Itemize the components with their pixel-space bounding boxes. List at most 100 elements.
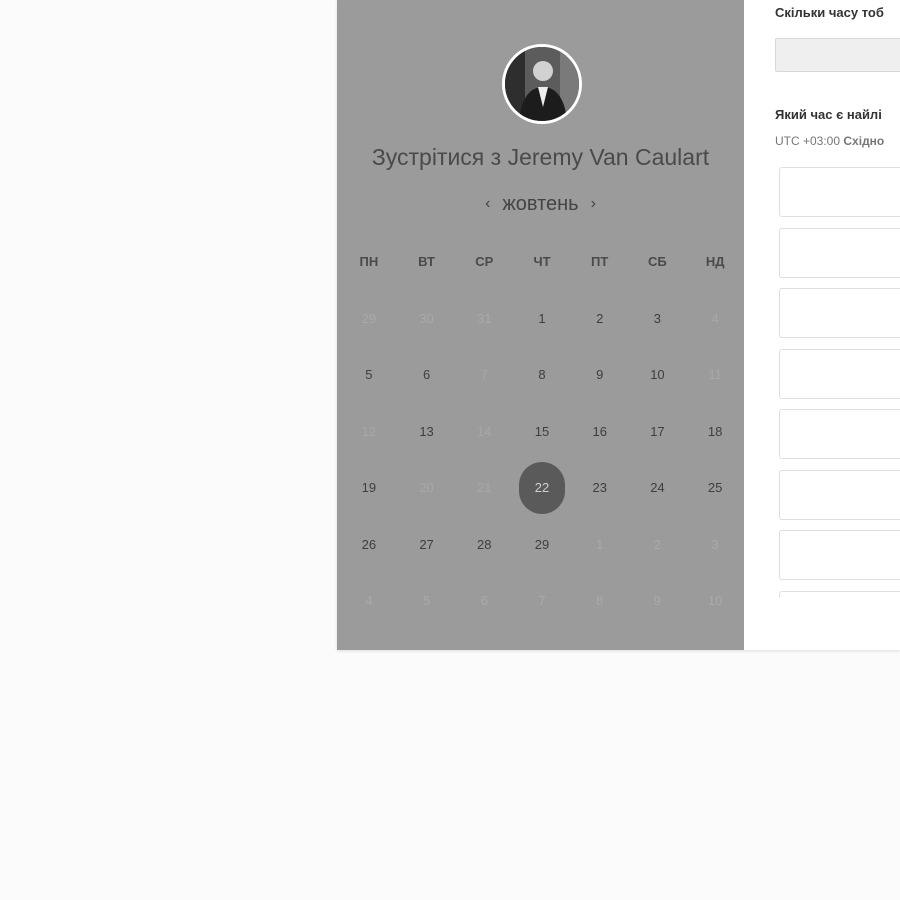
time-slot-list [779, 167, 900, 597]
time-slot-button[interactable] [779, 409, 900, 459]
time-selection-panel: Скільки часу тоб Який час є найлі UTC +0… [744, 0, 900, 650]
day-number: 13 [419, 423, 434, 439]
day-number: 25 [707, 480, 723, 496]
timezone-name: Східно [843, 134, 885, 148]
day-number: 15 [534, 423, 550, 439]
calendar-day[interactable]: 5 [340, 347, 398, 404]
calendar-day[interactable]: 8 [513, 347, 571, 404]
time-slot-button[interactable] [779, 167, 900, 217]
day-number: 29 [534, 536, 550, 552]
calendar-day: 9 [629, 573, 687, 630]
booking-widget: Зустрітися з Jeremy Van Caulart ‹ жовтень… [337, 0, 900, 650]
time-slot-button[interactable] [779, 590, 900, 597]
day-number: 12 [361, 423, 377, 439]
calendar-day: 29 [340, 290, 398, 347]
weekday-header: ПН ВТ СР ЧТ ПТ СБ НД [340, 254, 744, 269]
calendar-day: 11 [686, 347, 744, 404]
day-number: 5 [365, 367, 373, 383]
day-number: 4 [365, 593, 373, 609]
time-slot-button[interactable] [779, 469, 900, 520]
calendar-day[interactable]: 19 [340, 460, 398, 517]
weekday-label: ЧТ [533, 254, 551, 269]
day-number: 1 [596, 536, 604, 552]
weekday-label: ПН [359, 254, 379, 269]
calendar-day: 4 [340, 573, 398, 630]
calendar-day: 2 [629, 516, 687, 573]
month-navigation: ‹ жовтень › [337, 193, 744, 216]
calendar-day: 8 [571, 573, 629, 630]
calendar-day[interactable]: 24 [629, 460, 687, 517]
time-question: Який час є найлі [775, 107, 882, 122]
calendar-day[interactable]: 28 [455, 516, 513, 573]
calendar-day[interactable]: 13 [398, 403, 456, 460]
calendar-day[interactable]: 16 [571, 403, 629, 460]
time-slot-button[interactable] [779, 227, 900, 278]
calendar-day[interactable]: 1 [513, 290, 571, 347]
day-number: 10 [707, 593, 723, 609]
calendar-day[interactable]: 25 [686, 460, 744, 517]
day-number: 24 [650, 480, 665, 496]
day-number: 2 [596, 310, 604, 326]
day-number: 4 [711, 310, 719, 326]
calendar-day: 10 [686, 573, 744, 630]
calendar-day[interactable]: 29 [513, 516, 571, 573]
weekday-label: ПТ [591, 254, 609, 269]
day-number: 22 [518, 461, 565, 514]
day-number: 26 [361, 536, 377, 552]
prev-month-icon[interactable]: ‹ [473, 195, 502, 213]
calendar-day: 14 [455, 403, 513, 460]
next-month-icon[interactable]: › [579, 195, 608, 213]
timezone-offset: UTC +03:00 [775, 134, 841, 148]
day-number: 3 [653, 310, 662, 326]
time-slot-button[interactable] [779, 288, 900, 338]
duration-question: Скільки часу тоб [775, 5, 884, 20]
timezone-label[interactable]: UTC +03:00 Східно [775, 134, 884, 148]
day-number: 29 [361, 310, 377, 326]
day-number: 16 [592, 423, 607, 439]
calendar-day[interactable]: 23 [571, 460, 629, 517]
day-number: 5 [422, 593, 431, 609]
calendar-day[interactable]: 9 [571, 347, 629, 404]
day-number: 31 [477, 310, 492, 326]
calendar-day[interactable]: 15 [513, 403, 571, 460]
calendar-day: 5 [398, 573, 456, 630]
calendar-day: 30 [398, 290, 456, 347]
calendar-day: 21 [455, 460, 513, 517]
month-label: жовтень [502, 193, 579, 215]
calendar-day: 4 [686, 290, 744, 347]
time-slot-button[interactable] [779, 530, 900, 580]
calendar-day: 3 [686, 516, 744, 573]
day-number: 7 [538, 593, 546, 609]
day-number: 1 [538, 310, 546, 326]
calendar-day[interactable]: 10 [629, 347, 687, 404]
calendar-day[interactable]: 27 [398, 516, 456, 573]
weekday-label: СР [475, 254, 494, 269]
duration-select[interactable] [775, 38, 900, 72]
weekday-label: НД [705, 254, 725, 269]
calendar-day: 7 [513, 573, 571, 630]
calendar-day[interactable]: 6 [398, 347, 456, 404]
calendar-day[interactable]: 3 [629, 290, 687, 347]
day-number: 6 [422, 367, 431, 383]
meet-prefix: Зустрітися з [371, 144, 502, 170]
day-number: 11 [708, 367, 722, 383]
calendar-day[interactable]: 26 [340, 516, 398, 573]
day-number: 30 [419, 310, 434, 326]
day-number: 27 [419, 536, 434, 552]
calendar-panel: Зустрітися з Jeremy Van Caulart ‹ жовтень… [337, 0, 744, 650]
day-number: 9 [653, 593, 662, 609]
day-number: 19 [361, 480, 377, 496]
calendar-day: 6 [455, 573, 513, 630]
calendar-day[interactable]: 2 [571, 290, 629, 347]
calendar-day[interactable]: 18 [686, 403, 744, 460]
host-name: Jeremy Van Caulart [507, 144, 710, 170]
calendar-day[interactable]: 17 [629, 403, 687, 460]
day-number: 10 [650, 367, 665, 383]
day-number: 20 [419, 480, 434, 496]
day-number: 2 [653, 536, 662, 552]
weekday-label: ВТ [418, 254, 435, 269]
day-number: 23 [592, 480, 607, 496]
calendar-day-selected[interactable]: 22 [513, 460, 571, 517]
time-slot-button[interactable] [779, 348, 900, 399]
calendar-day: 7 [455, 347, 513, 404]
